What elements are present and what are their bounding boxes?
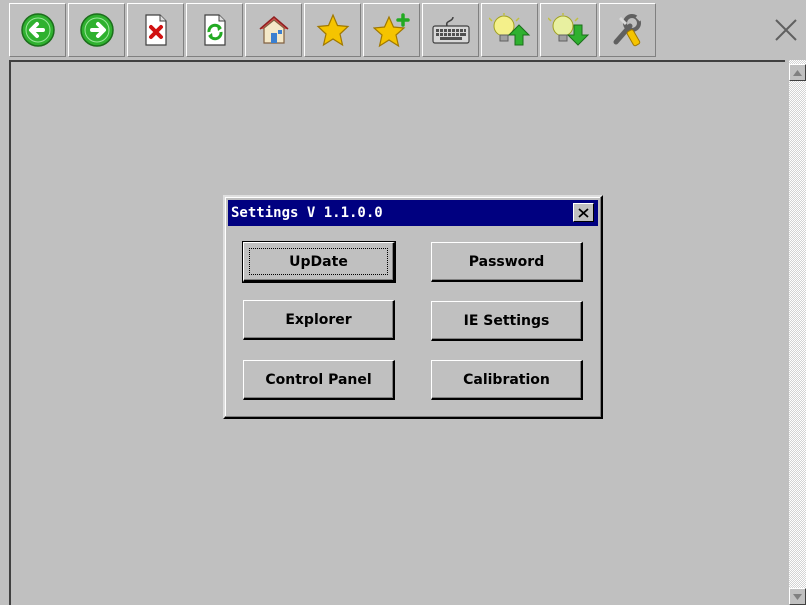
- forward-button[interactable]: [68, 3, 125, 57]
- arrow-down-icon: [793, 593, 802, 600]
- back-button[interactable]: [9, 3, 66, 57]
- back-arrow-icon: [20, 13, 55, 47]
- stop-button[interactable]: [127, 3, 184, 57]
- scroll-down-button[interactable]: [789, 588, 806, 605]
- favorites-button[interactable]: [304, 3, 361, 57]
- close-icon: [578, 207, 589, 218]
- refresh-button[interactable]: [186, 3, 243, 57]
- ie-settings-button-label: IE Settings: [463, 312, 550, 329]
- star-icon: [316, 13, 349, 47]
- forward-arrow-icon: [79, 13, 114, 47]
- update-button[interactable]: UpDate: [242, 241, 396, 283]
- brightness-up-button[interactable]: [481, 3, 538, 57]
- keyboard-button[interactable]: [422, 3, 479, 57]
- control-panel-button-label: Control Panel: [265, 371, 372, 388]
- bulb-down-icon: [547, 13, 589, 46]
- close-button[interactable]: [766, 8, 806, 52]
- arrow-up-icon: [793, 69, 802, 76]
- calibration-button[interactable]: Calibration: [431, 360, 583, 400]
- keyboard-icon: [431, 16, 470, 44]
- password-button[interactable]: Password: [431, 242, 583, 282]
- brightness-down-button[interactable]: [540, 3, 597, 57]
- add-favorite-button[interactable]: [363, 3, 420, 57]
- password-button-label: Password: [468, 253, 545, 270]
- settings-dialog: Settings V 1.1.0.0 UpDate Password Explo…: [223, 195, 603, 419]
- calibration-button-label: Calibration: [463, 371, 550, 388]
- explorer-button[interactable]: Explorer: [243, 300, 395, 340]
- dialog-close-button[interactable]: [573, 203, 594, 222]
- explorer-button-label: Explorer: [285, 311, 352, 328]
- vertical-scrollbar[interactable]: [789, 60, 806, 605]
- bulb-up-icon: [488, 13, 530, 46]
- home-icon: [259, 16, 288, 44]
- home-button[interactable]: [245, 3, 302, 57]
- toolbar: [0, 0, 806, 60]
- dialog-title: Settings V 1.1.0.0: [231, 205, 383, 221]
- focus-rect: [249, 248, 388, 275]
- refresh-icon: [203, 14, 226, 46]
- stop-icon: [144, 14, 167, 46]
- scroll-up-button[interactable]: [789, 64, 806, 81]
- control-panel-button[interactable]: Control Panel: [243, 360, 395, 400]
- dialog-titlebar[interactable]: Settings V 1.1.0.0: [228, 200, 598, 226]
- close-icon: [775, 19, 797, 41]
- ie-settings-button[interactable]: IE Settings: [431, 301, 583, 341]
- star-plus-icon: [372, 13, 410, 48]
- tools-button[interactable]: [599, 3, 656, 57]
- tools-icon: [613, 14, 642, 47]
